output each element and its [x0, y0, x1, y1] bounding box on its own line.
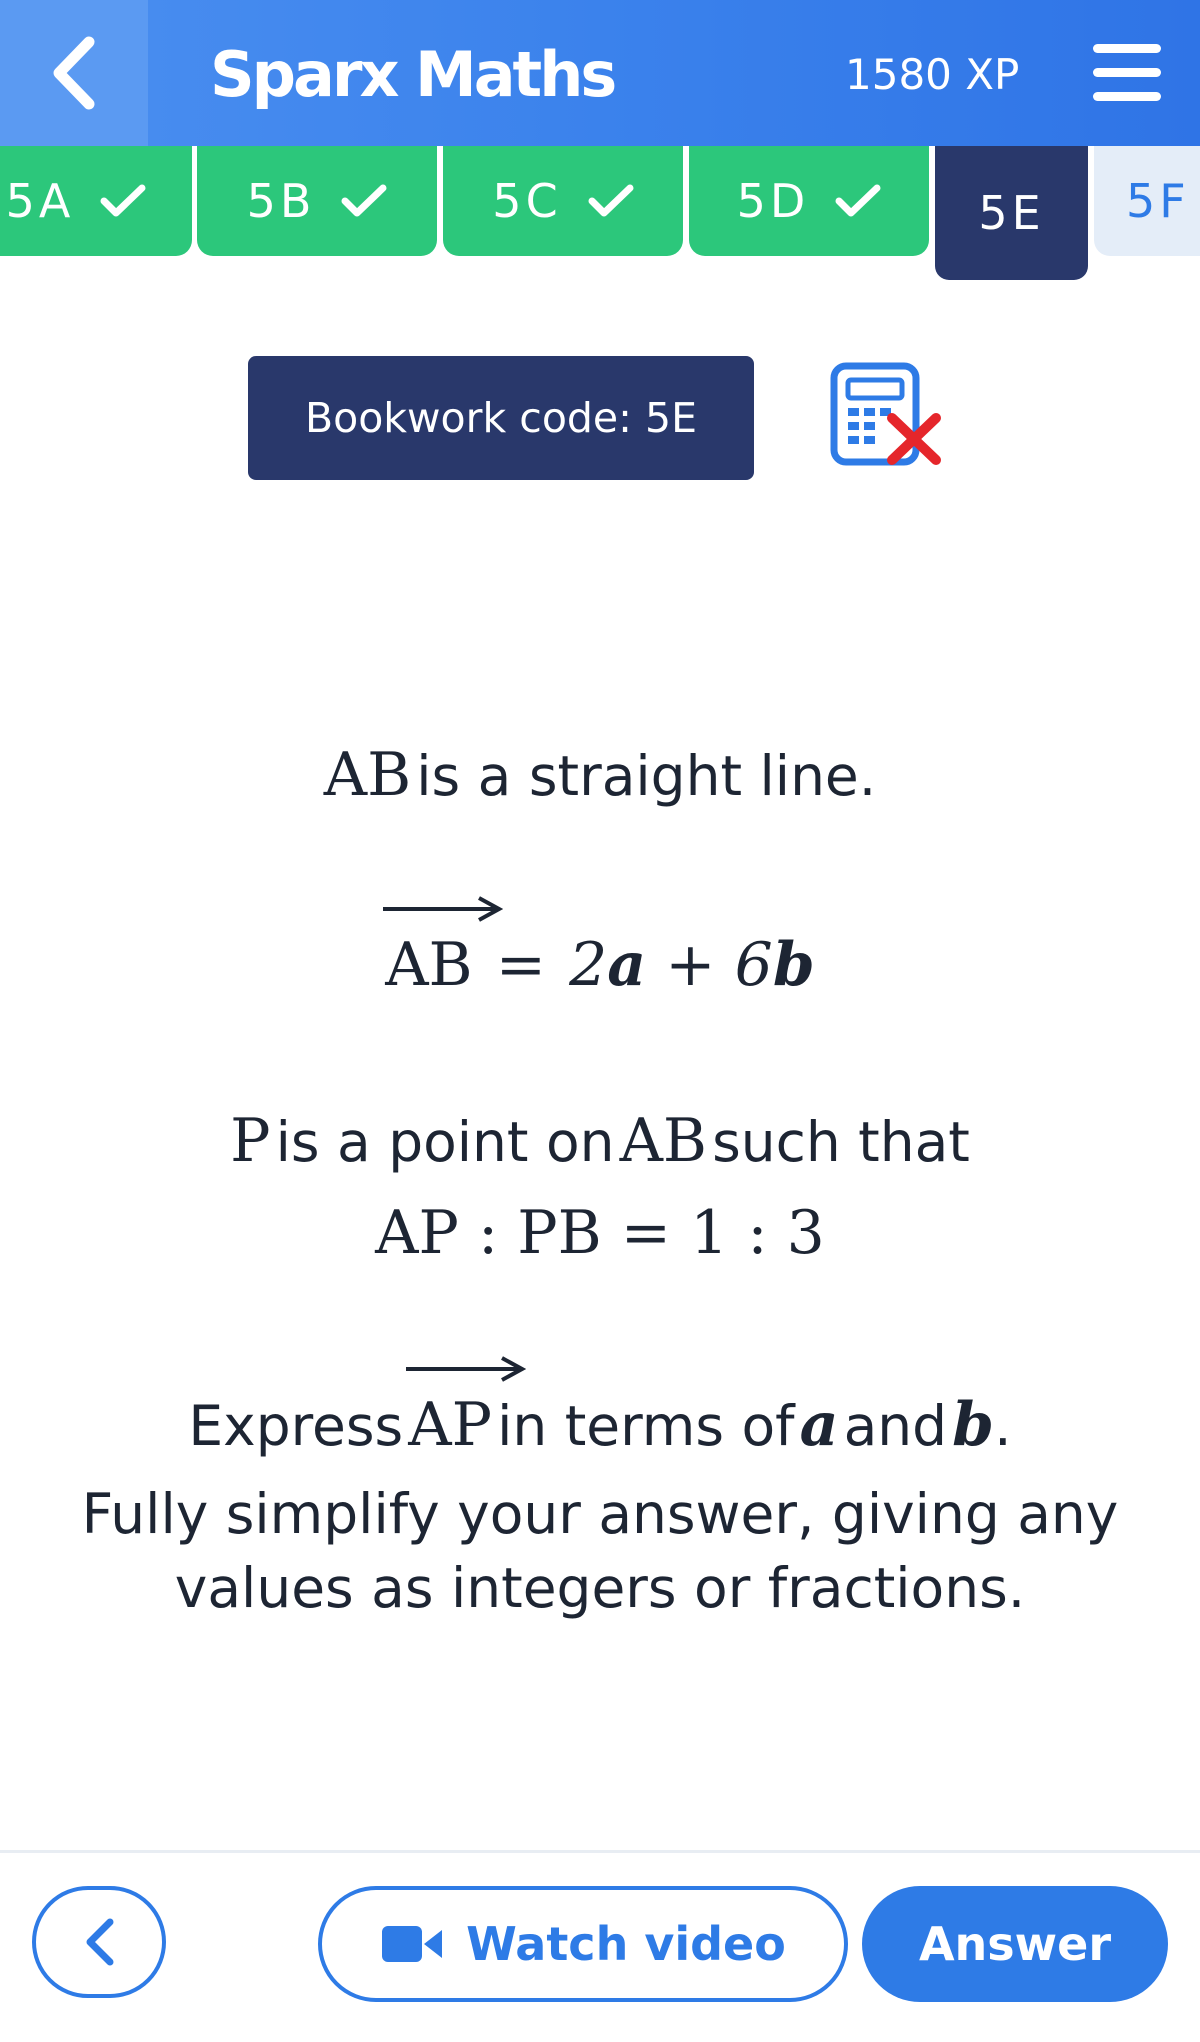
check-icon — [341, 184, 387, 217]
tab-label: 5F — [1126, 174, 1190, 228]
check-icon — [100, 184, 146, 217]
menu-line — [1093, 68, 1161, 77]
chevron-left-icon — [86, 1918, 114, 1966]
tab-5b[interactable]: 5B — [197, 146, 437, 256]
menu-button[interactable] — [1093, 44, 1161, 102]
vector-ap-label: AP — [408, 1390, 492, 1460]
tab-5c[interactable]: 5C — [443, 146, 683, 256]
question-text: in terms of — [497, 1394, 795, 1458]
vector-arrow-icon — [406, 1356, 527, 1382]
math-p: P — [230, 1106, 271, 1176]
coef-b: 6 — [734, 930, 773, 1000]
vector-ap: AP — [406, 1356, 527, 1460]
math-ab: AB — [323, 740, 412, 810]
check-icon — [835, 184, 881, 217]
tab-5a[interactable]: 5A — [0, 146, 192, 256]
check-icon — [588, 184, 634, 217]
back-button[interactable] — [0, 0, 148, 146]
calculator-not-allowed-icon — [830, 362, 941, 466]
question-line-5: Express AP in terms of a and b. — [0, 1356, 1200, 1460]
vector-ab-label: AB — [385, 930, 473, 1000]
vector-a: a — [607, 930, 647, 1000]
question-text: Express — [188, 1394, 404, 1458]
watch-video-button[interactable]: Watch video — [318, 1886, 848, 2002]
math-ab: AB — [619, 1106, 707, 1176]
equals-sign: = — [495, 930, 546, 1000]
hamburger-menu-icon — [1093, 44, 1161, 53]
tab-label: 5A — [5, 174, 75, 228]
xp-counter: 1580 XP — [845, 50, 1020, 99]
vector-arrow-icon — [383, 896, 504, 922]
watch-video-label: Watch video — [466, 1917, 786, 1971]
tab-label: 5E — [978, 186, 1045, 240]
question-text: and — [843, 1394, 948, 1458]
video-camera-icon — [382, 1926, 443, 1962]
answer-label: Answer — [918, 1917, 1112, 1971]
tab-label: 5C — [492, 174, 562, 228]
instruction-line-1: Fully simplify your answer, giving any — [81, 1482, 1119, 1546]
vector-a: a — [799, 1390, 839, 1460]
bookwork-code-badge: Bookwork code: 5E — [248, 356, 754, 480]
ratio-line: AP : PB = 1 : 3 — [0, 1198, 1200, 1268]
bookwork-code-label: Bookwork code: 5E — [304, 394, 697, 442]
question-text: is a point on — [275, 1110, 615, 1174]
question-line-3: P is a point on AB such that — [0, 1106, 1200, 1176]
vector-b: b — [952, 1390, 995, 1460]
tab-5f[interactable]: 5F — [1094, 146, 1200, 256]
question-text: is a straight line. — [416, 744, 877, 808]
tab-5e[interactable]: 5E — [935, 146, 1088, 280]
vector-equation: AB = 2a + 6b — [0, 896, 1200, 1000]
vector-b: b — [772, 930, 815, 1000]
question-text: such that — [712, 1110, 970, 1174]
period: . — [994, 1394, 1012, 1458]
top-bar: Sparx Maths 1580 XP — [0, 0, 1200, 146]
previous-button[interactable] — [32, 1886, 166, 1998]
question-line-1: AB is a straight line. — [0, 740, 1200, 810]
menu-line — [1093, 92, 1161, 101]
instruction-line-2: values as integers or fractions. — [174, 1556, 1026, 1620]
plus-sign: + — [665, 930, 716, 1000]
tab-label: 5D — [736, 174, 810, 228]
vector-ab: AB — [383, 896, 504, 1000]
ratio: AP : PB = 1 : 3 — [375, 1198, 825, 1268]
answer-button[interactable]: Answer — [862, 1886, 1168, 2002]
coef-a: 2 — [569, 930, 608, 1000]
app-title: Sparx Maths — [210, 38, 617, 111]
chevron-left-icon — [53, 36, 95, 110]
tab-5d[interactable]: 5D — [689, 146, 929, 256]
tab-label: 5B — [246, 174, 316, 228]
